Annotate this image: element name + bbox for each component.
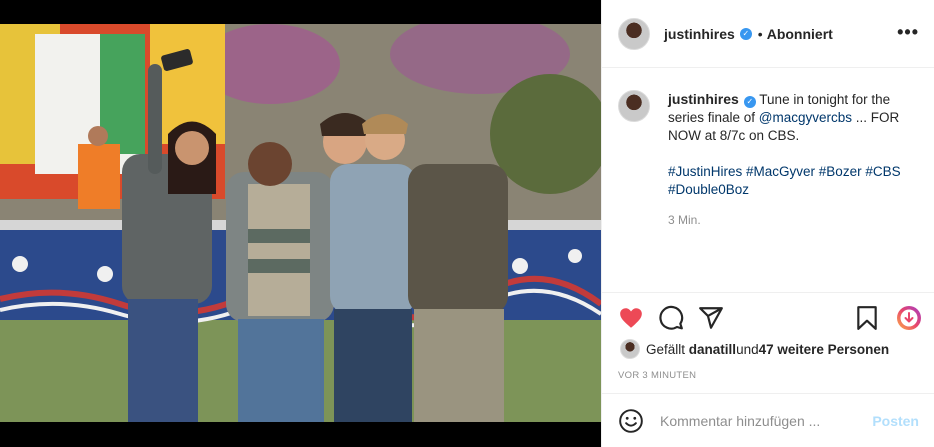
post-photo[interactable] [0, 24, 601, 422]
post-comment-button[interactable]: Posten [872, 413, 919, 429]
liker-avatar[interactable] [620, 339, 640, 359]
more-options-icon[interactable]: ••• [897, 22, 919, 43]
hashtags[interactable]: #JustinHires #MacGyver #Bozer #CBS #Doub… [668, 163, 923, 199]
caption-avatar[interactable] [618, 90, 650, 122]
emoji-smiley-icon[interactable] [618, 408, 644, 434]
verified-badge-icon: ✓ [743, 96, 756, 108]
follow-status-button[interactable]: Abonniert [767, 26, 833, 42]
header-username[interactable]: justinhires [664, 26, 735, 42]
likes-summary: Gefällt danatill und 47 weitere Personen [620, 339, 889, 359]
verified-badge-icon: ✓ [739, 27, 752, 40]
like-button-heart-icon[interactable] [618, 305, 644, 331]
post-timestamp[interactable]: VOR 3 MINUTEN [618, 370, 696, 381]
save-bookmark-icon[interactable] [854, 305, 880, 331]
mention-link[interactable]: @macgyvercbs [759, 110, 852, 125]
post-media-panel [0, 0, 601, 447]
download-circle-icon[interactable] [896, 305, 922, 331]
likes-prefix: Gefällt [646, 341, 686, 357]
caption-time: 3 Min. [668, 213, 701, 227]
comment-input[interactable] [658, 411, 862, 430]
comment-bar: Posten [602, 393, 934, 447]
post-actions [602, 292, 934, 344]
caption-body: justinhires ✓ Tune in tonight for the ser… [668, 90, 923, 229]
avatar[interactable] [618, 17, 650, 50]
liker-username[interactable]: danatill [689, 342, 736, 357]
photo-illustration [0, 24, 601, 422]
post-header: justinhires ✓ • Abonniert ••• [602, 0, 934, 68]
share-paper-plane-icon[interactable] [698, 305, 724, 331]
likes-count-link[interactable]: 47 weitere Personen [759, 342, 890, 357]
comment-icon[interactable] [658, 305, 684, 331]
caption-username[interactable]: justinhires [668, 91, 739, 107]
likes-middle: und [736, 341, 759, 357]
separator-dot: • [757, 25, 763, 42]
post-caption: justinhires ✓ Tune in tonight for the ser… [618, 90, 923, 229]
post-sidebar: justinhires ✓ • Abonniert ••• justinhire… [601, 0, 934, 447]
